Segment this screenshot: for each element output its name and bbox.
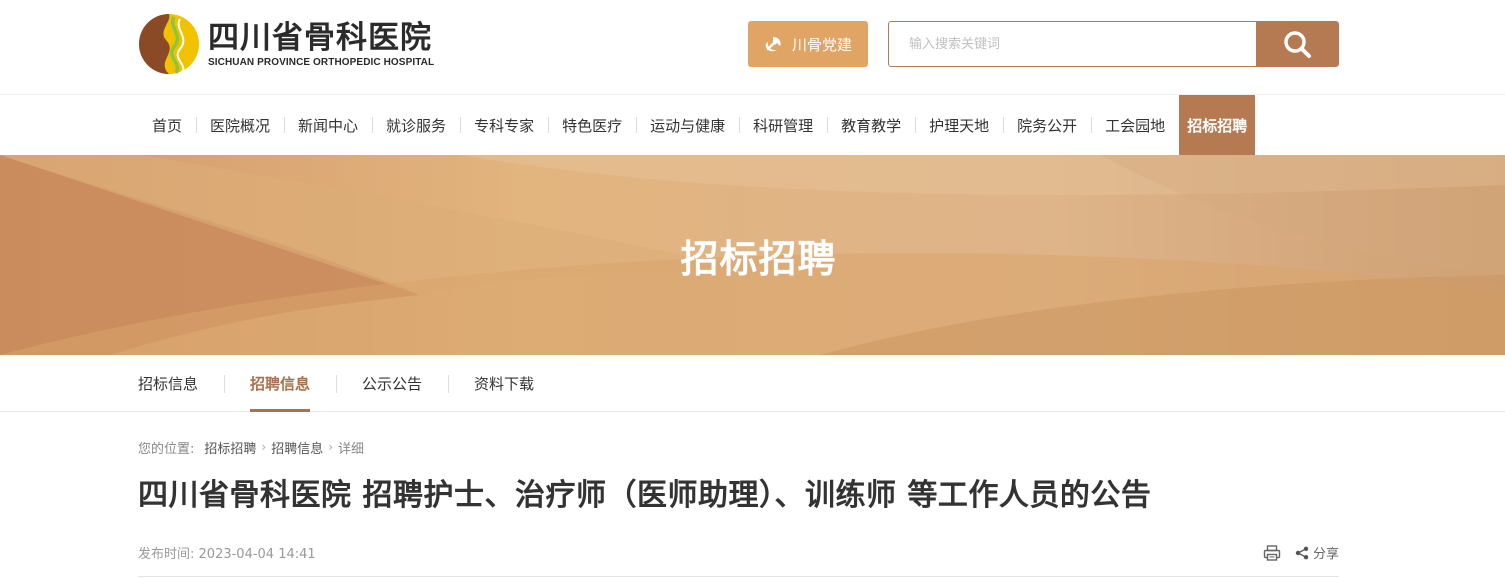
search-icon: [1284, 31, 1311, 58]
breadcrumb-link-bidding-recruitment[interactable]: 招标招聘: [204, 438, 256, 457]
nav-item-research-management[interactable]: 科研管理: [739, 95, 827, 155]
chevron-right-icon: ›: [328, 440, 334, 454]
subnav-tab-downloads[interactable]: 资料下载: [448, 355, 560, 412]
hospital-logo[interactable]: 四川省骨科医院 SICHUAN PROVINCE ORTHOPEDIC HOSP…: [138, 13, 434, 75]
share-label: 分享: [1312, 547, 1339, 562]
nav-item-union[interactable]: 工会园地: [1091, 95, 1179, 155]
article-tools: 分享: [1263, 543, 1339, 562]
breadcrumb: 您的位置: 招标招聘 › 招聘信息 › 详细: [138, 438, 365, 457]
nav-item-featured-medical[interactable]: 特色医疗: [548, 95, 636, 155]
publish-time: 2023-04-04 14:41: [198, 547, 316, 562]
article-divider: [138, 576, 1339, 577]
logo-name-en: SICHUAN PROVINCE ORTHOPEDIC HOSPITAL: [208, 56, 435, 68]
search-button[interactable]: [1256, 22, 1338, 66]
nav-item-home[interactable]: 首页: [138, 95, 196, 155]
print-icon[interactable]: [1263, 544, 1281, 562]
hospital-logo-icon: [139, 14, 199, 74]
main-nav-list: 首页 医院概况 新闻中心 就诊服务 专科专家 特色医疗 运动与健康 科研管理 教育教学 护理天地院…: [138, 95, 1256, 155]
publish-time-label: 发布时间:: [138, 547, 195, 562]
main-nav: 首页 医院概况 新闻中心 就诊服务 专科专家 特色医疗 运动与健康 科研管理 教育教学 护理天地院…: [0, 94, 1505, 155]
nav-item-education[interactable]: 教育教学: [827, 95, 915, 155]
article-title: 四川省骨科医院 招聘护士、治疗师（医师助理）、训练师 等工作人员的公告: [138, 478, 1152, 513]
sub-nav-list: 招标信息 招聘信息 公示公告 资料下载: [138, 355, 560, 412]
nav-item-medical-services[interactable]: 就诊服务: [372, 95, 460, 155]
breadcrumb-prefix: 您的位置:: [138, 441, 195, 457]
publish-meta: 发布时间: 2023-04-04 14:41: [138, 543, 316, 562]
party-emblem-icon: [765, 37, 781, 52]
search-box: [888, 21, 1339, 67]
subnav-tab-recruitment-info[interactable]: 招聘信息: [224, 355, 336, 412]
party-building-label: 川骨党建: [791, 35, 852, 54]
breadcrumb-link-recruitment-info[interactable]: 招聘信息: [271, 438, 323, 457]
nav-item-nursing[interactable]: 护理天地: [915, 95, 1003, 155]
logo-name-cn: 四川省骨科医院: [208, 19, 432, 56]
share-icon: [1295, 546, 1309, 559]
share-button[interactable]: 分享: [1295, 543, 1339, 562]
nav-item-hospital-affairs[interactable]: 院务公开: [1003, 95, 1091, 155]
logo-text: 四川省骨科医院 SICHUAN PROVINCE ORTHOPEDIC HOSP…: [208, 20, 434, 69]
party-building-button[interactable]: 川骨党建: [748, 21, 868, 67]
nav-item-bidding-recruitment[interactable]: 招标招聘: [1179, 95, 1256, 155]
nav-item-hospital-overview[interactable]: 医院概况: [196, 95, 284, 155]
search-input[interactable]: [889, 22, 1256, 66]
breadcrumb-current: 详细: [338, 441, 365, 457]
header: 四川省骨科医院 SICHUAN PROVINCE ORTHOPEDIC HOSP…: [0, 0, 1505, 94]
subnav-tab-public-notice[interactable]: 公示公告: [336, 355, 448, 412]
subnav-tab-bidding-info[interactable]: 招标信息: [138, 355, 224, 412]
chevron-right-icon: ›: [261, 440, 267, 454]
nav-item-specialists[interactable]: 专科专家: [460, 95, 548, 155]
nav-item-sports-health[interactable]: 运动与健康: [636, 95, 739, 155]
sub-nav: 招标信息 招聘信息 公示公告 资料下载: [0, 355, 1505, 412]
banner-title: 招标招聘: [680, 236, 837, 281]
banner: 招标招聘: [0, 155, 1505, 355]
nav-item-news-center[interactable]: 新闻中心: [284, 95, 372, 155]
